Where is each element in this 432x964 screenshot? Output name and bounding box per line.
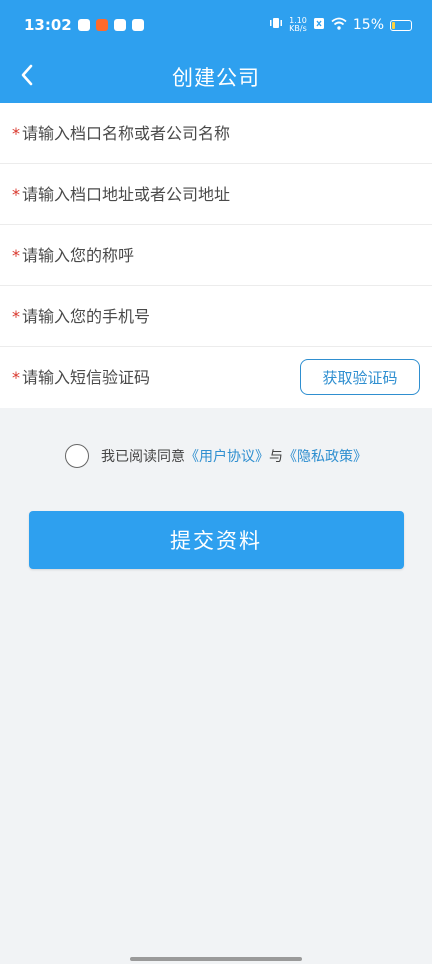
agree-radio[interactable] <box>65 444 89 468</box>
stall-address-row: * <box>0 164 432 225</box>
required-mark: * <box>12 123 20 143</box>
stall-address-input[interactable] <box>22 184 420 204</box>
privacy-policy-link[interactable]: 《隐私政策》 <box>283 446 367 466</box>
app-header: 13:02 1.10 KB/s 15% 创建公司 <box>0 0 432 103</box>
sync-icon <box>77 19 90 31</box>
required-mark: * <box>12 245 20 265</box>
stall-name-input[interactable] <box>22 123 420 143</box>
wifi-icon <box>331 17 347 34</box>
app-notification-icon <box>95 19 108 31</box>
stall-name-row: * <box>0 103 432 164</box>
net-speed: 1.10 KB/s <box>289 17 307 33</box>
status-right: 1.10 KB/s 15% <box>269 16 412 34</box>
agreement-joiner: 与 <box>269 449 283 465</box>
contact-name-row: * <box>0 225 432 286</box>
phone-input[interactable] <box>22 306 420 326</box>
calendar-icon <box>131 19 144 31</box>
contact-name-input[interactable] <box>22 245 420 265</box>
phone-row: * <box>0 286 432 347</box>
submit-button[interactable]: 提交资料 <box>28 511 404 569</box>
get-code-button[interactable]: 获取验证码 <box>300 359 420 395</box>
required-mark: * <box>12 306 20 326</box>
battery-icon <box>390 19 412 31</box>
status-left: 13:02 <box>24 16 144 34</box>
net-speed-unit: KB/s <box>289 24 307 33</box>
sim-icon <box>313 17 325 34</box>
vibrate-icon <box>269 16 283 34</box>
create-company-form: * * * * * 获取验证码 <box>0 103 432 408</box>
user-agreement-link[interactable]: 《用户协议》 <box>185 446 269 466</box>
page-title: 创建公司 <box>172 65 260 90</box>
status-time: 13:02 <box>24 16 72 34</box>
required-mark: * <box>12 184 20 204</box>
home-indicator[interactable] <box>130 957 302 961</box>
nav-bar: 创建公司 <box>0 50 432 103</box>
status-bar: 13:02 1.10 KB/s 15% <box>0 0 432 50</box>
mail-icon <box>113 19 126 31</box>
back-arrow-icon[interactable] <box>12 60 42 90</box>
required-mark: * <box>12 368 20 387</box>
sms-code-row: * 获取验证码 <box>0 347 432 408</box>
agreement-prefix: 我已阅读同意 <box>101 449 185 465</box>
agreement-row: 我已阅读同意 《用户协议》 与 《隐私政策》 <box>0 444 432 468</box>
battery-percent: 15% <box>352 17 384 33</box>
